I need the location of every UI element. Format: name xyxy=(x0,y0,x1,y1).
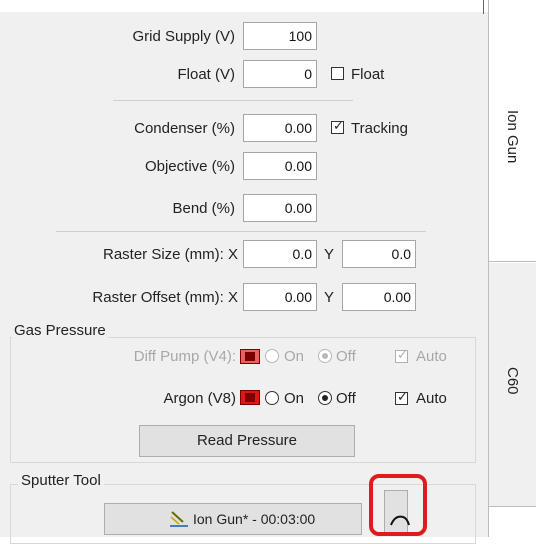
argon-auto-label: Auto xyxy=(416,390,447,407)
diff-pump-label: Diff Pump (V4): xyxy=(133,348,236,365)
ion-gun-sputter-button[interactable]: Ion Gun* - 00:03:00 xyxy=(104,503,362,535)
tab-c60[interactable]: C60 xyxy=(489,263,536,507)
diff-pump-on-radio[interactable] xyxy=(265,349,279,363)
diff-pump-auto-checkbox[interactable]: ✓ xyxy=(395,347,408,363)
argon-off-radio[interactable] xyxy=(318,391,332,405)
condenser-input[interactable]: 0.00 xyxy=(243,114,317,142)
argon-on-radio[interactable] xyxy=(265,391,279,405)
gas-pressure-title: Gas Pressure xyxy=(12,322,108,339)
top-edge xyxy=(0,0,536,12)
objective-label: Objective (%) xyxy=(144,158,235,175)
argon-label: Argon (V8) xyxy=(163,390,236,407)
tracking-checkbox[interactable]: ✓ xyxy=(331,118,344,134)
check-mark-icon: ✓ xyxy=(333,118,344,133)
float-input[interactable]: 0 xyxy=(243,60,317,88)
argon-off-label: Off xyxy=(336,390,356,407)
argon-valve-icon xyxy=(240,390,260,405)
sputter-tool-title: Sputter Tool xyxy=(18,472,104,489)
separator-2 xyxy=(56,231,426,232)
raster-offset-label: Raster Offset (mm): X xyxy=(92,289,238,306)
raster-size-y-input[interactable]: 0.0 xyxy=(342,240,416,268)
diff-pump-off-radio[interactable] xyxy=(318,349,332,363)
argon-auto-checkbox[interactable]: ✓ xyxy=(395,389,408,405)
raster-size-y-label: Y xyxy=(324,246,335,263)
separator-1 xyxy=(113,100,353,101)
objective-input[interactable]: 0.00 xyxy=(243,152,317,180)
diff-pump-on-label: On xyxy=(284,348,305,365)
grid-supply-label: Grid Supply (V) xyxy=(132,28,235,45)
sputter-gun-icon xyxy=(170,511,188,527)
float-label: Float (V) xyxy=(177,66,235,83)
check-mark-icon: ✓ xyxy=(397,347,408,362)
check-mark-icon: ✓ xyxy=(397,389,408,404)
condenser-label: Condenser (%) xyxy=(134,120,235,137)
tab-ion-gun-label: Ion Gun xyxy=(504,110,521,164)
side-tab-strip: Ion Gun C60 xyxy=(483,0,536,537)
diff-pump-off-label: Off xyxy=(336,348,356,365)
tab-c60-label: C60 xyxy=(504,367,521,395)
bend-input[interactable]: 0.00 xyxy=(243,194,317,222)
raster-offset-x-input[interactable]: 0.00 xyxy=(243,283,317,311)
raster-size-label: Raster Size (mm): X xyxy=(102,246,238,263)
raster-size-x-input[interactable]: 0.0 xyxy=(243,240,317,268)
bend-label: Bend (%) xyxy=(172,200,235,217)
raster-offset-y-input[interactable]: 0.00 xyxy=(342,283,416,311)
tracking-checkbox-label: Tracking xyxy=(351,120,408,137)
ion-gun-sputter-label: Ion Gun* - 00:03:00 xyxy=(193,511,316,527)
float-checkbox[interactable] xyxy=(331,67,344,80)
red-highlight-box xyxy=(369,474,427,536)
read-pressure-button[interactable]: Read Pressure xyxy=(139,425,355,457)
float-checkbox-label: Float xyxy=(351,66,385,83)
diff-pump-auto-label: Auto xyxy=(416,348,447,365)
raster-offset-y-label: Y xyxy=(324,289,335,306)
tab-divider-top xyxy=(483,0,484,14)
tab-ion-gun[interactable]: Ion Gun xyxy=(489,12,536,262)
diff-pump-valve-icon xyxy=(240,349,260,364)
grid-supply-input[interactable]: 100 xyxy=(243,22,317,50)
argon-on-label: On xyxy=(284,390,305,407)
